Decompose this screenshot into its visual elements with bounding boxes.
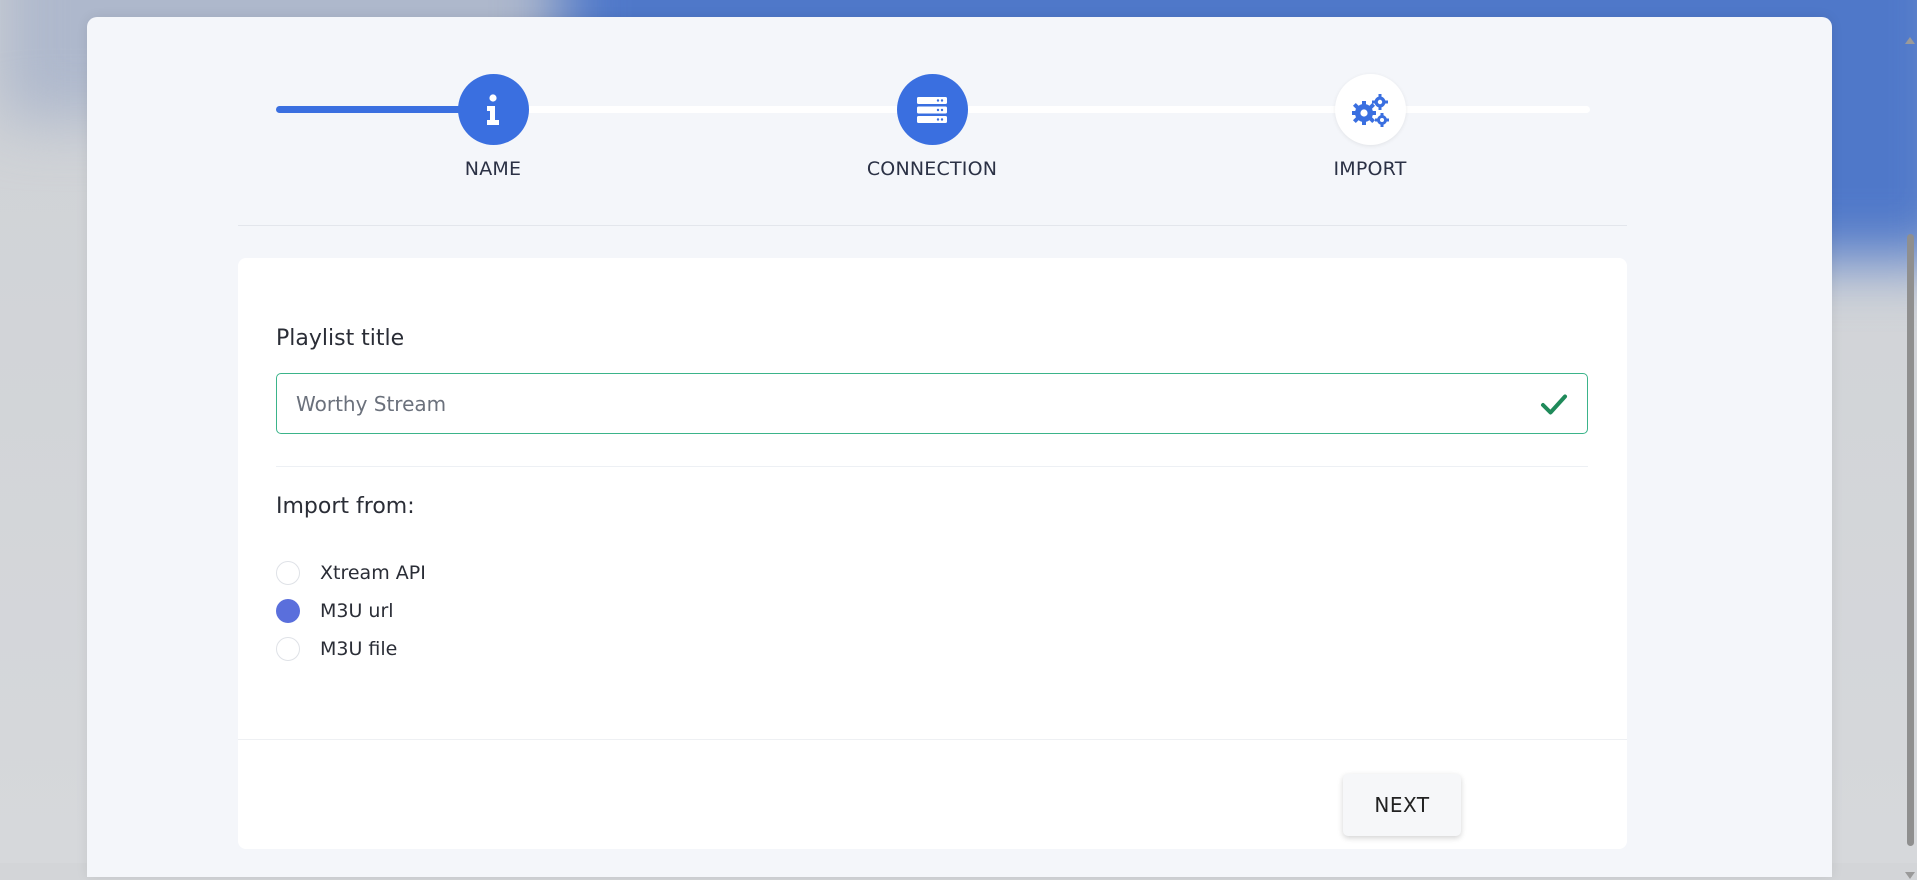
footer-divider [238, 739, 1627, 740]
check-icon [1541, 394, 1567, 415]
next-button[interactable]: NEXT [1343, 774, 1461, 836]
playlist-title-label: Playlist title [276, 326, 405, 351]
server-icon [917, 96, 947, 123]
vertical-scrollbar[interactable] [1903, 34, 1917, 880]
form-divider [276, 466, 1588, 467]
step-label: IMPORT [1333, 158, 1407, 180]
scroll-down-arrow[interactable] [1905, 872, 1915, 879]
step-name[interactable]: NAME [393, 74, 593, 180]
radio-option-label: M3U url [320, 600, 394, 622]
radio-option-label: Xtream API [320, 562, 426, 584]
step-label: NAME [464, 158, 522, 180]
playlist-title-input[interactable] [276, 373, 1588, 434]
step-circle-connection [896, 74, 968, 145]
step-circle-import [1334, 74, 1406, 145]
radio-option-m3u-url[interactable]: M3U url [276, 596, 394, 626]
step-import[interactable]: IMPORT [1270, 74, 1470, 180]
import-from-label: Import from: [276, 494, 415, 519]
step-connection[interactable]: CONNECTION [832, 74, 1032, 180]
info-icon [487, 93, 499, 125]
radio-button[interactable] [276, 637, 300, 661]
step-circle-name [457, 74, 529, 145]
radio-option-label: M3U file [320, 638, 398, 660]
scroll-thumb[interactable] [1907, 234, 1914, 846]
step-label: CONNECTION [866, 158, 998, 180]
import-playlist-modal: NAME CONNECTION IMPORT Playlist title Wo… [87, 17, 1915, 879]
radio-option-xtream-api[interactable]: Xtream API [276, 558, 426, 588]
scroll-up-arrow[interactable] [1905, 37, 1915, 44]
radio-button[interactable] [276, 561, 300, 585]
radio-button-selected[interactable] [276, 599, 300, 623]
form-card: Playlist title Import from: Xtream API M… [238, 258, 1627, 849]
gears-icon [1352, 93, 1389, 127]
radio-option-m3u-file[interactable]: M3U file [276, 634, 397, 664]
header-divider [238, 225, 1627, 226]
